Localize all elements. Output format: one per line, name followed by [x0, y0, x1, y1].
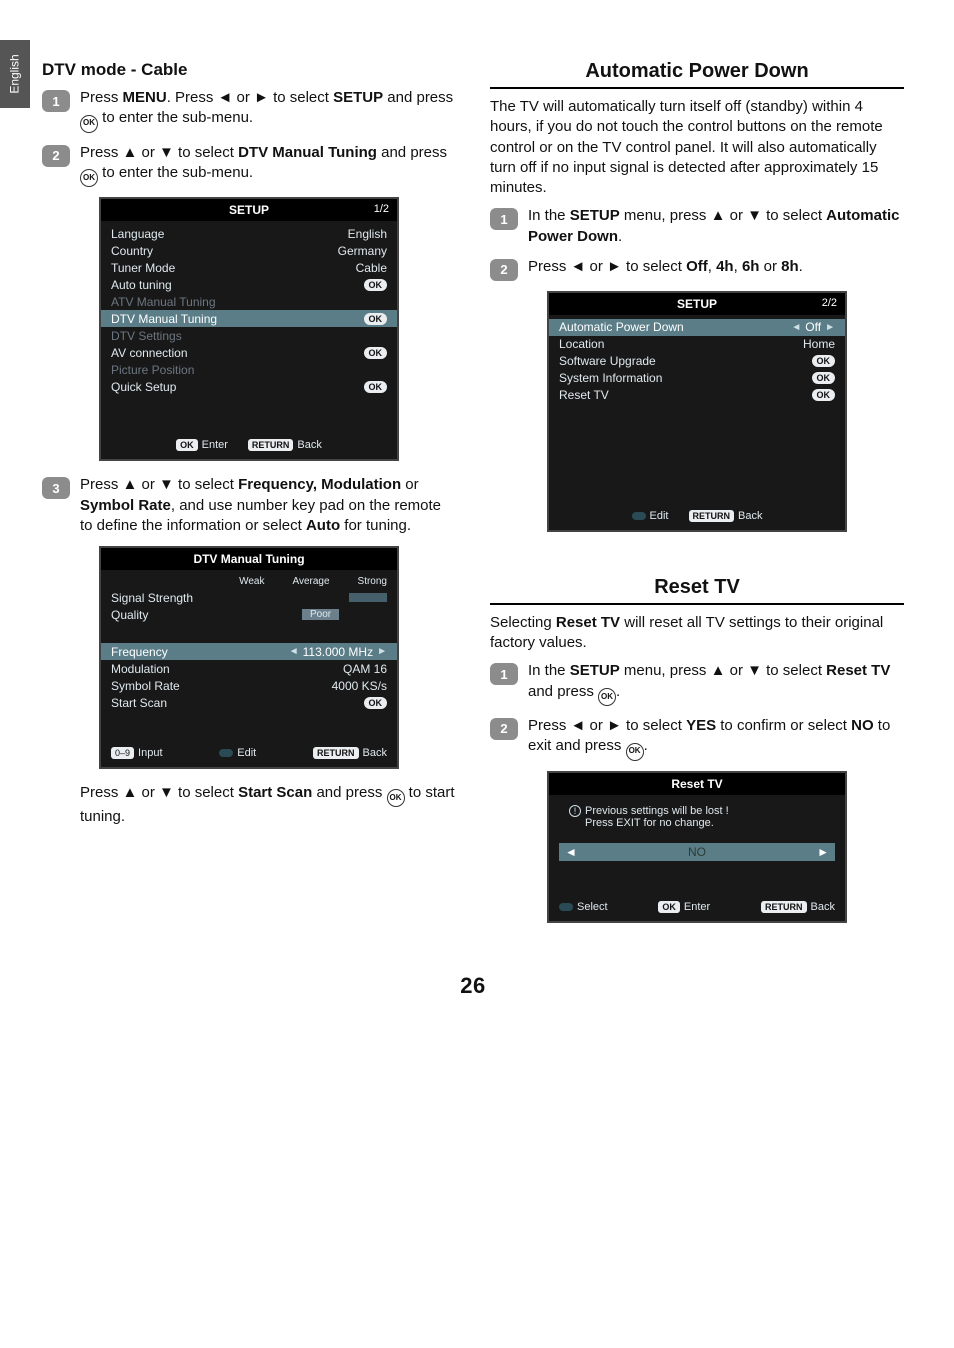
osd-dtv-tuning: DTV Manual Tuning Weak Average Strong Si…: [99, 546, 399, 769]
ok-label-icon: OK: [658, 901, 680, 913]
osd-footer: Edit RETURNBack: [549, 506, 845, 526]
osd-row-picture-position: Picture Position: [101, 361, 397, 378]
osd-reset-dialog: Reset TV !Previous settings will be lost…: [547, 771, 847, 923]
osd-page-indicator: 2/2: [822, 297, 837, 309]
osd-row-modulation: ModulationQAM 16: [101, 660, 397, 677]
step-1: 1 Press MENU. Press ◄ or ► to select SET…: [42, 88, 456, 133]
apd-step-2-text: Press ◄ or ► to select Off, 4h, 6h or 8h…: [528, 257, 904, 281]
osd-row-quick-setup: Quick SetupOK: [101, 378, 397, 395]
apd-body: The TV will automatically turn itself of…: [490, 97, 904, 198]
reset-warning-text: !Previous settings will be lost ! Press …: [549, 795, 845, 843]
step-1-text: Press MENU. Press ◄ or ► to select SETUP…: [80, 88, 456, 133]
heading-dtv-cable: DTV mode - Cable: [42, 60, 456, 80]
heading-reset-tv: Reset TV: [490, 576, 904, 605]
osd-row-symbolrate: Symbol Rate4000 KS/s: [101, 677, 397, 694]
heading-automatic-power-down: Automatic Power Down: [490, 60, 904, 89]
left-arrow-icon: ◄: [565, 845, 577, 859]
osd-setup-menu-2: SETUP 2/2 Automatic Power Down ◄Off► Loc…: [547, 291, 847, 532]
step-number-icon: 1: [490, 208, 518, 230]
osd-row-startscan: Start ScanOK: [101, 694, 397, 711]
nav-dot-icon: [219, 749, 233, 757]
return-label-icon: RETURN: [761, 901, 807, 913]
ok-icon: OK: [598, 688, 616, 706]
step-2-text: Press ▲ or ▼ to select DTV Manual Tuning…: [80, 143, 456, 188]
ok-icon: OK: [626, 743, 644, 761]
step-3: 3 Press ▲ or ▼ to select Frequency, Modu…: [42, 475, 456, 536]
reset-choice-bar: ◄ NO ►: [559, 843, 835, 861]
reset-step-1-text: In the SETUP menu, press ▲ or ▼ to selec…: [528, 661, 904, 706]
osd-footer: 0–9Input Edit RETURNBack: [101, 743, 397, 763]
ok-icon: OK: [80, 169, 98, 187]
right-arrow-icon: ►: [377, 646, 387, 657]
page-number: 26: [42, 973, 904, 1029]
osd-footer: OKEnter RETURNBack: [101, 435, 397, 455]
step-number-icon: 1: [490, 663, 518, 685]
osd-row-tunermode: Tuner ModeCable: [101, 259, 397, 276]
left-arrow-icon: ◄: [791, 322, 801, 333]
osd-signal-headers: Weak Average Strong: [101, 574, 397, 589]
left-arrow-icon: ◄: [289, 646, 299, 657]
osd-row-atv-manual: ATV Manual Tuning: [101, 293, 397, 310]
osd-row-country: CountryGermany: [101, 242, 397, 259]
step-number-icon: 2: [42, 145, 70, 167]
numpad-icon: 0–9: [111, 747, 134, 759]
osd-row-autotuning: Auto tuningOK: [101, 276, 397, 293]
step-number-icon: 2: [490, 718, 518, 740]
reset-step-2: 2 Press ◄ or ► to select YES to confirm …: [490, 716, 904, 761]
osd-row-dtv-settings: DTV Settings: [101, 327, 397, 344]
osd-row-frequency: Frequency ◄113.000 MHz►: [101, 643, 397, 660]
apd-step-1-text: In the SETUP menu, press ▲ or ▼ to selec…: [528, 206, 904, 247]
return-label-icon: RETURN: [689, 510, 735, 522]
return-label-icon: RETURN: [248, 439, 294, 451]
warning-icon: !: [569, 805, 581, 817]
osd-row-quality: Quality Poor: [101, 606, 397, 623]
reset-step-1: 1 In the SETUP menu, press ▲ or ▼ to sel…: [490, 661, 904, 706]
right-arrow-icon: ►: [825, 322, 835, 333]
reset-step-2-text: Press ◄ or ► to select YES to confirm or…: [528, 716, 904, 761]
apd-step-1: 1 In the SETUP menu, press ▲ or ▼ to sel…: [490, 206, 904, 247]
nav-dot-icon: [632, 512, 646, 520]
osd-setup-menu: SETUP 1/2 LanguageEnglish CountryGermany…: [99, 197, 399, 461]
step-number-icon: 2: [490, 259, 518, 281]
osd-row-apd: Automatic Power Down ◄Off►: [549, 319, 845, 336]
osd-title: DTV Manual Tuning: [101, 548, 397, 570]
step-3-text: Press ▲ or ▼ to select Frequency, Modula…: [80, 475, 456, 536]
osd-title: SETUP 2/2: [549, 293, 845, 315]
step-number-icon: 3: [42, 477, 70, 499]
nav-dot-icon: [559, 903, 573, 911]
osd-row-signal-strength: Signal Strength: [101, 589, 397, 606]
osd-row-location: LocationHome: [549, 336, 845, 353]
ok-icon: OK: [387, 789, 405, 807]
step-number-icon: 1: [42, 90, 70, 112]
step-2: 2 Press ▲ or ▼ to select DTV Manual Tuni…: [42, 143, 456, 188]
osd-row-dtv-manual: DTV Manual TuningOK: [101, 310, 397, 327]
osd-page-indicator: 1/2: [374, 203, 389, 215]
osd-row-av-connection: AV connectionOK: [101, 344, 397, 361]
right-arrow-icon: ►: [817, 845, 829, 859]
final-text: Press ▲ or ▼ to select Start Scan and pr…: [80, 783, 456, 828]
ok-label-icon: OK: [176, 439, 198, 451]
return-label-icon: RETURN: [313, 747, 359, 759]
osd-row-software-upgrade: Software UpgradeOK: [549, 353, 845, 370]
apd-step-2: 2 Press ◄ or ► to select Off, 4h, 6h or …: [490, 257, 904, 281]
ok-icon: OK: [80, 115, 98, 133]
language-tab: English: [0, 40, 30, 108]
reset-body: Selecting Reset TV will reset all TV set…: [490, 613, 904, 654]
signal-bar-icon: [349, 593, 387, 602]
osd-row-reset-tv: Reset TVOK: [549, 387, 845, 404]
osd-row-system-info: System InformationOK: [549, 370, 845, 387]
osd-title: Reset TV: [549, 773, 845, 795]
osd-title: SETUP 1/2: [101, 199, 397, 221]
osd-row-language: LanguageEnglish: [101, 225, 397, 242]
osd-footer: Select OKEnter RETURNBack: [549, 897, 845, 917]
